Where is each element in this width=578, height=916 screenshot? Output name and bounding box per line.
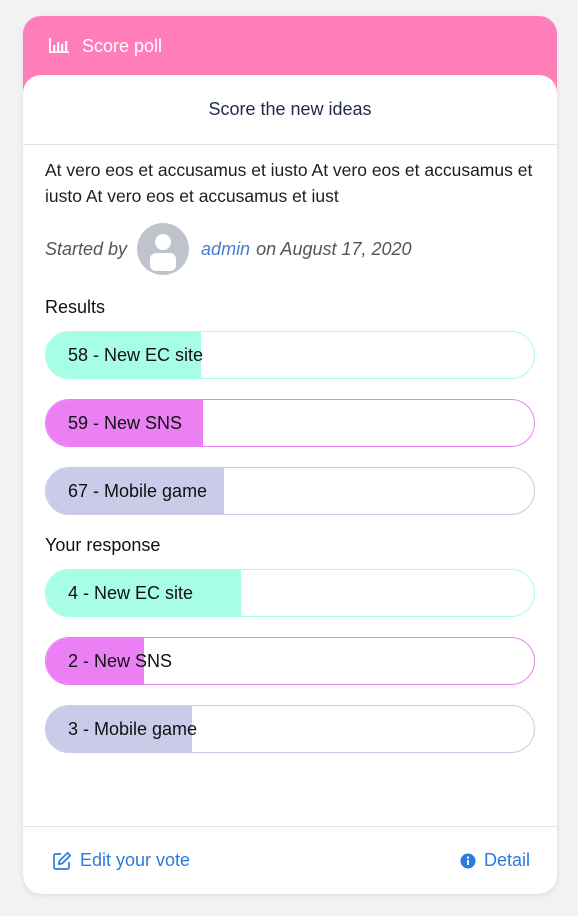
result-bar-label: 67 - Mobile game bbox=[68, 480, 208, 501]
result-bar-label: 58 - New EC site bbox=[68, 344, 204, 365]
card-footer: Edit your vote Detail bbox=[23, 826, 557, 894]
card-header: Score poll bbox=[23, 16, 557, 78]
response-bar-label: 4 - New EC site bbox=[68, 582, 194, 603]
author-link[interactable]: admin bbox=[201, 239, 250, 260]
result-bar: 58 - New EC site bbox=[45, 331, 535, 379]
response-bar-label: 3 - Mobile game bbox=[68, 718, 198, 739]
started-by-label: Started by bbox=[45, 238, 128, 259]
response-bar: 4 - New EC site bbox=[45, 569, 535, 617]
info-icon bbox=[460, 853, 476, 868]
avatar bbox=[137, 223, 190, 275]
started-by-row: Started by admin on August 17, 2020 bbox=[45, 223, 535, 275]
detail-link[interactable]: Detail bbox=[460, 850, 530, 871]
user-icon bbox=[150, 234, 177, 271]
result-bar: 59 - New SNS bbox=[45, 399, 535, 447]
poll-title: Score the new ideas bbox=[23, 75, 557, 145]
edit-vote-link[interactable]: Edit your vote bbox=[52, 850, 190, 871]
your-response-label: Your response bbox=[45, 535, 161, 555]
response-bar-label: 2 - New SNS bbox=[68, 650, 173, 671]
poll-description: At vero eos et accusamus et iusto At ver… bbox=[45, 160, 533, 206]
results-label: Results bbox=[45, 297, 106, 317]
edit-vote-label: Edit your vote bbox=[80, 850, 191, 870]
score-poll-card: Score poll Score the new ideas At vero e… bbox=[23, 16, 557, 894]
response-bars: 4 - New EC site 2 - New SNS 3 - Mobile g… bbox=[45, 569, 535, 753]
detail-label: Detail bbox=[483, 850, 530, 870]
response-bar: 2 - New SNS bbox=[45, 637, 535, 685]
result-bar: 67 - Mobile game bbox=[45, 467, 535, 515]
edit-icon bbox=[53, 851, 72, 870]
start-date: on August 17, 2020 bbox=[256, 238, 412, 259]
results-bars: 58 - New EC site 59 - New SNS 67 - Mobil… bbox=[45, 331, 535, 515]
header-title: Score poll bbox=[82, 35, 163, 56]
response-bar: 3 - Mobile game bbox=[45, 705, 535, 753]
result-bar-label: 59 - New SNS bbox=[68, 412, 183, 433]
card-body: Score the new ideas At vero eos et accus… bbox=[23, 75, 557, 894]
bar-chart-icon bbox=[48, 37, 70, 55]
